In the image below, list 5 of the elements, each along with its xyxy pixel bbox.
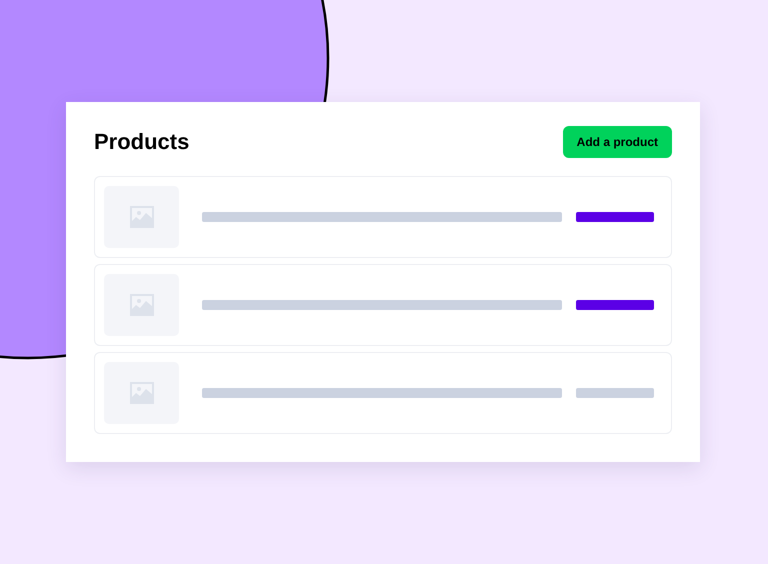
- product-row[interactable]: [94, 352, 672, 434]
- product-row[interactable]: [94, 264, 672, 346]
- page-title: Products: [94, 129, 190, 155]
- product-row[interactable]: [94, 176, 672, 258]
- add-product-button[interactable]: Add a product: [562, 126, 672, 158]
